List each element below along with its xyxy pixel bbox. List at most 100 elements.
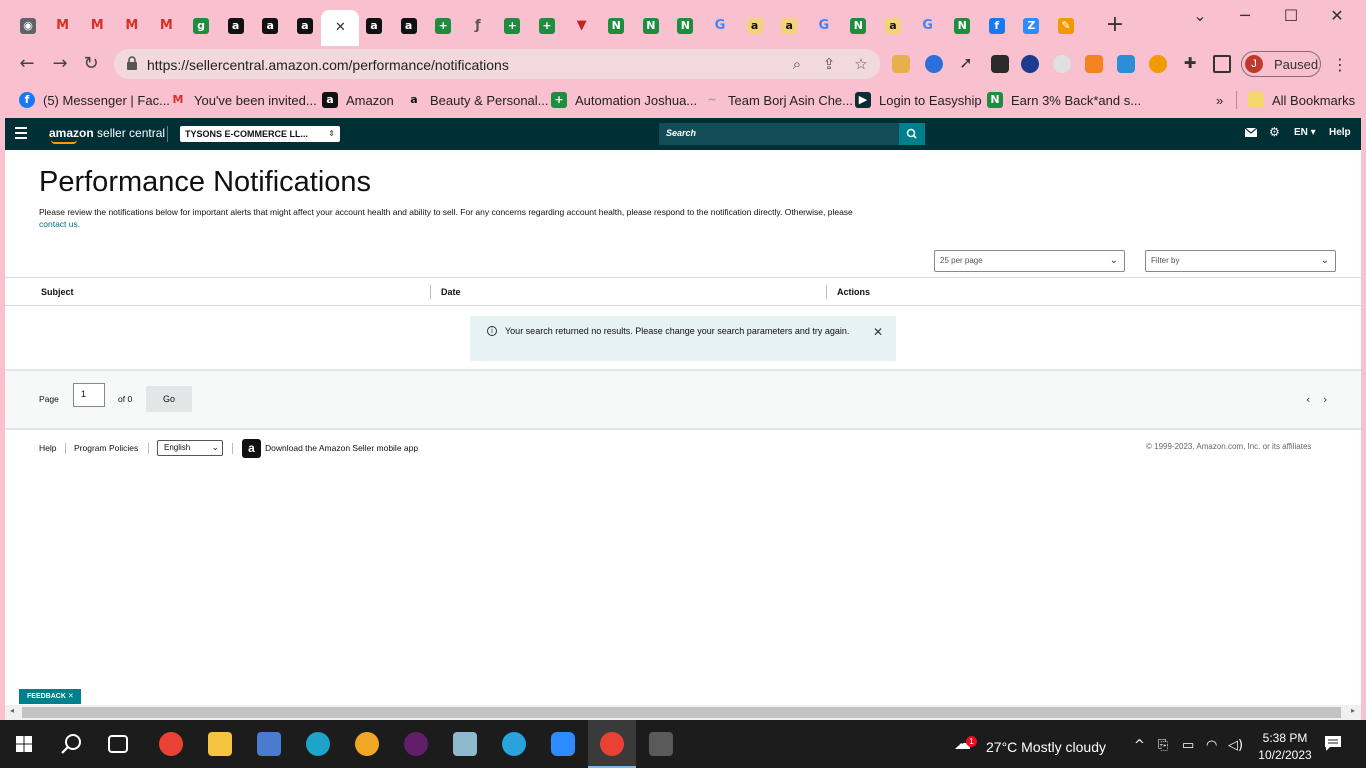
more-bookmarks-icon[interactable]: »: [1216, 91, 1223, 109]
new-tab-button[interactable]: +: [1104, 14, 1126, 36]
bookmark-item[interactable]: + Automation Joshua...: [551, 91, 697, 109]
windows-start-icon[interactable]: [16, 736, 32, 752]
bookmark-item[interactable]: N Earn 3% Back*and s...: [987, 91, 1141, 109]
footer-help-link[interactable]: Help: [39, 443, 56, 453]
taskbar-clock[interactable]: 5:38 PM 10/2/2023: [1250, 731, 1320, 762]
browser-tab[interactable]: g: [186, 12, 216, 40]
chrome-active-window[interactable]: [588, 720, 636, 768]
search-icon[interactable]: [61, 733, 83, 755]
browser-tab[interactable]: a: [221, 12, 251, 40]
browser-tab[interactable]: M: [117, 12, 147, 40]
volume-icon[interactable]: ◁): [1228, 738, 1243, 753]
hamburger-menu-icon[interactable]: [15, 127, 27, 139]
browser-tab[interactable]: ▼: [567, 12, 597, 40]
page-number-input[interactable]: 1: [73, 383, 105, 407]
browser-tab[interactable]: ✎: [1051, 12, 1081, 40]
account-selector[interactable]: TYSONS E-COMMERCE LL... ⇕: [180, 126, 340, 142]
bookmark-item[interactable]: a Amazon: [322, 91, 394, 109]
extension-pokeball-icon[interactable]: [1053, 55, 1071, 73]
bookmark-item[interactable]: M You've been invited...: [170, 91, 317, 109]
edge-icon[interactable]: [306, 732, 330, 756]
slack-icon[interactable]: [404, 732, 428, 756]
bookmark-item[interactable]: ▶ Login to Easyship: [855, 91, 982, 109]
extensions-puzzle-icon[interactable]: ✚: [1181, 55, 1199, 73]
next-page-icon[interactable]: ›: [1323, 393, 1327, 406]
minimize-button[interactable]: ─: [1222, 6, 1268, 26]
extension-cookie-icon[interactable]: [892, 55, 910, 73]
browser-tab[interactable]: +: [428, 12, 458, 40]
horizontal-scrollbar[interactable]: ◂ ▸: [5, 705, 1361, 720]
browser-tab[interactable]: +: [497, 12, 527, 40]
browser-tab[interactable]: N: [947, 12, 977, 40]
seller-central-logo[interactable]: amazon seller central: [49, 126, 165, 140]
column-subject[interactable]: Subject: [41, 287, 74, 297]
bookmark-item[interactable]: f (5) Messenger | Fac...: [19, 91, 170, 109]
contact-us-link[interactable]: contact us.: [39, 219, 80, 229]
battery-icon[interactable]: ▭: [1182, 738, 1194, 753]
back-button[interactable]: ←: [15, 52, 39, 76]
close-alert-icon[interactable]: ✕: [873, 325, 883, 339]
zoom-icon[interactable]: ⌕: [788, 55, 806, 73]
address-bar[interactable]: https://sellercentral.amazon.com/perform…: [114, 49, 880, 79]
mail-icon[interactable]: [1245, 128, 1257, 137]
language-selector[interactable]: EN ▾: [1294, 127, 1316, 138]
browser-tab[interactable]: G: [913, 12, 943, 40]
vpn-app-icon[interactable]: [355, 732, 379, 756]
program-policies-link[interactable]: Program Policies: [74, 443, 138, 453]
browser-tab[interactable]: a: [878, 12, 908, 40]
extension-orange-icon[interactable]: [1149, 55, 1167, 73]
browser-tab[interactable]: G: [809, 12, 839, 40]
browser-tab[interactable]: M: [82, 12, 112, 40]
browser-tab[interactable]: M: [48, 12, 78, 40]
go-button[interactable]: Go: [146, 386, 192, 412]
previous-page-icon[interactable]: ‹: [1306, 393, 1310, 406]
bookmark-star-icon[interactable]: ☆: [852, 55, 870, 73]
scroll-left-icon[interactable]: ◂: [10, 706, 14, 715]
reload-button[interactable]: ↻: [79, 52, 103, 76]
feedback-button[interactable]: FEEDBACK ✕: [19, 689, 81, 704]
browser-menu-icon[interactable]: ⋮: [1332, 55, 1348, 74]
browser-tab[interactable]: a: [394, 12, 424, 40]
browser-tab[interactable]: +: [532, 12, 562, 40]
browser-tab[interactable]: ✕: [321, 10, 360, 46]
extension-blue-icon[interactable]: [925, 55, 943, 73]
chrome-taskbar-icon[interactable]: [159, 732, 183, 756]
browser-tab[interactable]: f: [982, 12, 1012, 40]
bookmark-item[interactable]: ~ Team Borj Asin Che...: [704, 91, 853, 109]
telegram-icon[interactable]: [502, 732, 526, 756]
side-panel-icon[interactable]: [1213, 55, 1231, 73]
settings-gear-icon[interactable]: ⚙: [1269, 125, 1280, 139]
task-view-icon[interactable]: [108, 735, 128, 753]
search-input[interactable]: Search: [659, 123, 899, 145]
close-icon[interactable]: ✕: [332, 20, 348, 36]
forward-button[interactable]: →: [48, 52, 72, 76]
column-date[interactable]: Date: [441, 287, 461, 297]
scroll-right-icon[interactable]: ▸: [1351, 706, 1355, 715]
network-app-icon[interactable]: [257, 732, 281, 756]
amazon-app-icon[interactable]: a: [242, 439, 261, 458]
wifi-icon[interactable]: ◠: [1206, 738, 1217, 753]
bookmark-item[interactable]: a Beauty & Personal...: [406, 91, 548, 109]
all-bookmarks-folder[interactable]: All Bookmarks: [1248, 91, 1355, 109]
browser-tab[interactable]: N: [843, 12, 873, 40]
help-link[interactable]: Help: [1329, 127, 1351, 138]
browser-tab[interactable]: M: [151, 12, 181, 40]
extension-arrow-icon[interactable]: ➚: [957, 55, 975, 73]
meet-now-icon[interactable]: ⎘: [1158, 738, 1168, 753]
extension-js-icon[interactable]: [1085, 55, 1103, 73]
browser-tab[interactable]: N: [636, 12, 666, 40]
filter-dropdown[interactable]: Filter by ⌄: [1145, 250, 1336, 272]
maximize-button[interactable]: ☐: [1268, 6, 1314, 26]
per-page-dropdown[interactable]: 25 per page ⌄: [934, 250, 1125, 272]
browser-tab[interactable]: N: [670, 12, 700, 40]
profile-button[interactable]: J Paused: [1241, 51, 1321, 77]
scrollbar-thumb[interactable]: [22, 707, 1341, 718]
close-window-button[interactable]: ✕: [1314, 6, 1360, 26]
url-text[interactable]: https://sellercentral.amazon.com/perform…: [147, 57, 509, 73]
calculator-icon[interactable]: [649, 732, 673, 756]
browser-tab[interactable]: ◉: [13, 12, 43, 40]
browser-tab[interactable]: N: [601, 12, 631, 40]
tray-chevron-up-icon[interactable]: ^: [1134, 738, 1145, 753]
download-app-link[interactable]: Download the Amazon Seller mobile app: [265, 443, 418, 453]
footer-language-select[interactable]: English ⌄: [157, 440, 223, 456]
